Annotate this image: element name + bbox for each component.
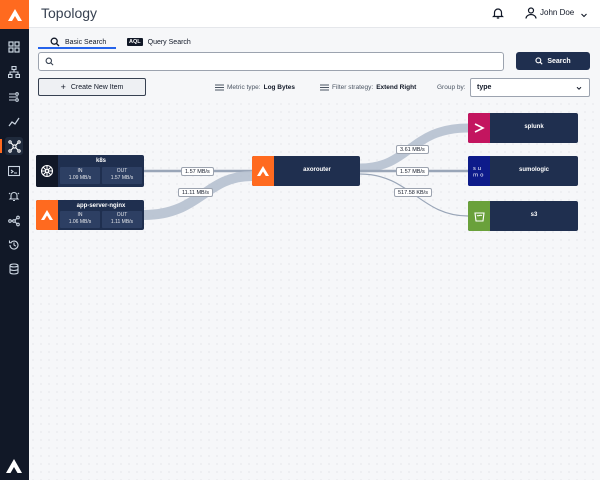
destination-node-s3[interactable]: s3 <box>468 201 578 231</box>
node-name: k8s <box>95 158 106 164</box>
edge-label-nginx-router: 11.11 MB/s <box>178 188 214 197</box>
in-value: 1.09 MB/s <box>68 174 92 181</box>
out-rate-stat: OUT 1.11 MB/s <box>102 211 142 228</box>
kubernetes-icon <box>36 155 58 187</box>
edge-label-k8s-router: 1.57 MB/s <box>181 167 214 176</box>
svg-text:s u: s u <box>473 166 481 172</box>
router-node-axorouter[interactable]: axorouter <box>252 156 360 186</box>
node-name: sumologic <box>518 167 549 173</box>
node-name: s3 <box>530 212 538 218</box>
splunk-icon <box>468 113 490 143</box>
edge-label-router-s3: 517.58 KB/s <box>394 188 432 197</box>
node-name: splunk <box>524 124 544 130</box>
destination-node-sumologic[interactable]: s um o sumologic <box>468 156 578 186</box>
in-rate-stat: IN 1.06 MB/s <box>60 211 100 228</box>
axoflow-icon <box>252 156 274 186</box>
out-rate-stat: OUT 1.57 MB/s <box>102 167 142 184</box>
axoflow-icon <box>36 200 58 230</box>
edge-label-router-sumologic: 1.57 MB/s <box>396 167 429 176</box>
node-name: app-server-nginx <box>76 203 126 209</box>
topology-edges <box>143 123 469 220</box>
source-node-app-server-nginx[interactable]: app-server-nginx IN 1.06 MB/s OUT 1.11 M… <box>36 200 144 230</box>
node-name: axorouter <box>303 167 331 173</box>
s3-bucket-icon <box>468 201 490 231</box>
sumologic-icon: s um o <box>468 156 490 186</box>
destination-node-splunk[interactable]: splunk <box>468 113 578 143</box>
out-value: 1.11 MB/s <box>110 218 134 225</box>
in-rate-stat: IN 1.09 MB/s <box>60 167 100 184</box>
out-value: 1.57 MB/s <box>110 174 134 181</box>
source-node-k8s[interactable]: k8s IN 1.09 MB/s OUT 1.57 MB/s <box>36 155 144 187</box>
in-value: 1.06 MB/s <box>68 218 92 225</box>
edge-label-router-splunk: 3.61 MB/s <box>396 145 429 154</box>
svg-text:m o: m o <box>473 173 484 179</box>
